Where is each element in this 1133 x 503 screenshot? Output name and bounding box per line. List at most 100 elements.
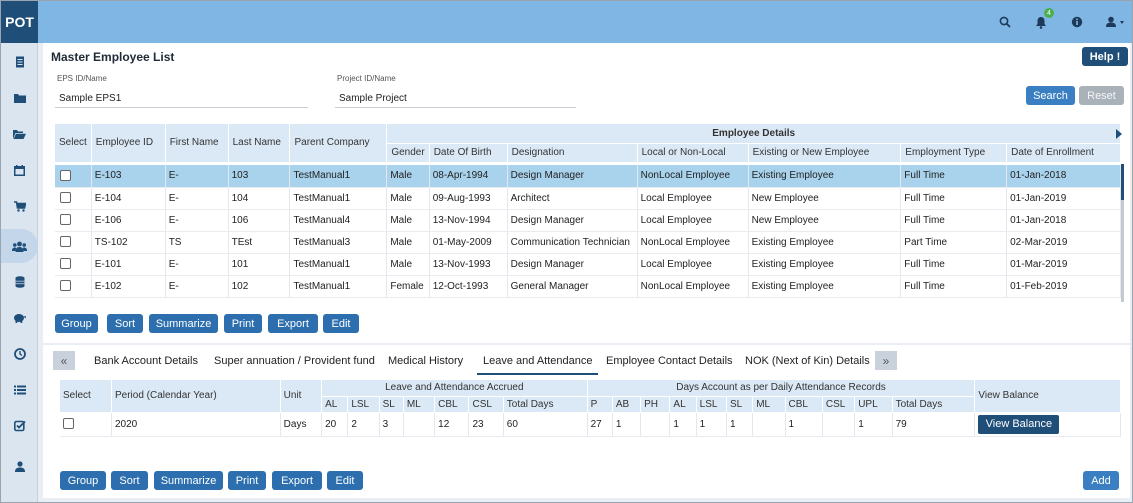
tab-medical-history[interactable]: Medical History bbox=[388, 355, 463, 375]
export-button[interactable]: Export bbox=[268, 314, 318, 333]
leave-sort-button[interactable]: Sort bbox=[111, 471, 148, 490]
col-existing[interactable]: Existing or New Employee bbox=[748, 143, 902, 163]
row-select-cell[interactable] bbox=[55, 253, 92, 276]
sidebar-item-list[interactable] bbox=[1, 373, 38, 407]
cell-dob: 08-Apr-1994 bbox=[429, 165, 508, 188]
col-gender[interactable]: Gender bbox=[386, 143, 430, 163]
leave-summarize-button[interactable]: Summarize bbox=[154, 471, 223, 490]
row-checkbox[interactable] bbox=[60, 170, 71, 182]
cell-dob: 09-Aug-1993 bbox=[429, 187, 508, 210]
sidebar-item-profile[interactable] bbox=[1, 449, 38, 483]
col-dob[interactable]: Date Of Birth bbox=[429, 143, 508, 163]
project-input[interactable] bbox=[335, 90, 576, 108]
sidebar-item-database[interactable] bbox=[1, 265, 38, 299]
search-button[interactable]: Search bbox=[1026, 86, 1075, 105]
cell-id: TS-102 bbox=[91, 231, 166, 254]
sidebar-item-employees[interactable] bbox=[1, 229, 38, 263]
employee-details-panel: « Bank Account Details Super annuation /… bbox=[43, 345, 1130, 498]
row-select-cell[interactable] bbox=[55, 275, 92, 298]
row-select-cell[interactable] bbox=[55, 209, 92, 232]
days-col-ab: AB bbox=[612, 396, 642, 413]
cell-id: E-104 bbox=[91, 187, 166, 210]
cell-last: 103 bbox=[228, 165, 291, 188]
table-row[interactable]: E-103 E- 103 TestManual1 Male 08-Apr-1994 Desi… bbox=[55, 165, 1121, 188]
sidebar-item-cart[interactable] bbox=[1, 189, 38, 223]
leave-col-sl: SL bbox=[379, 396, 404, 413]
row-checkbox[interactable] bbox=[60, 280, 71, 292]
tab-next-button[interactable]: » bbox=[875, 351, 897, 370]
scroll-right-arrow-icon[interactable] bbox=[1116, 129, 1122, 139]
sidebar-item-reports[interactable] bbox=[1, 45, 38, 79]
table-row[interactable]: E-104 E- 104 TestManual1 Male 09-Aug-1993 Arch… bbox=[55, 187, 1121, 210]
tab-superannuation[interactable]: Super annuation / Provident fund bbox=[214, 355, 375, 375]
col-local[interactable]: Local or Non-Local bbox=[637, 143, 749, 163]
tab-leave-attendance[interactable]: Leave and Attendance bbox=[477, 355, 599, 375]
row-checkbox[interactable] bbox=[60, 236, 71, 248]
sort-button[interactable]: Sort bbox=[107, 314, 143, 333]
sidebar-item-tasks[interactable] bbox=[1, 409, 38, 443]
eps-label: EPS ID/Name bbox=[57, 74, 107, 83]
leave-total: 60 bbox=[503, 412, 588, 437]
col-designation[interactable]: Designation bbox=[507, 143, 638, 163]
col-enrollment[interactable]: Date of Enrollment bbox=[1006, 143, 1121, 163]
sidebar-item-finance[interactable] bbox=[1, 301, 38, 335]
add-button[interactable]: Add bbox=[1083, 471, 1119, 490]
cell-gender: Male bbox=[386, 209, 430, 232]
tab-nok-details[interactable]: NOK (Next of Kin) Details bbox=[745, 355, 870, 375]
row-select-cell[interactable] bbox=[55, 165, 92, 188]
app-logo: POT bbox=[1, 1, 38, 43]
leave-table: Select Period (Calendar Year) Unit Leave… bbox=[60, 380, 1121, 437]
table-row[interactable]: E-101 E- 101 TestManual1 Male 13-Nov-1993 Desi… bbox=[55, 253, 1121, 276]
sidebar-item-clock[interactable] bbox=[1, 337, 38, 371]
row-checkbox[interactable] bbox=[60, 214, 71, 226]
cell-local: Local Employee bbox=[637, 209, 749, 232]
leave-group-button[interactable]: Group bbox=[60, 471, 106, 490]
search-icon[interactable] bbox=[995, 12, 1015, 32]
leave-row-select[interactable] bbox=[60, 412, 112, 437]
tab-bank-account[interactable]: Bank Account Details bbox=[94, 355, 198, 375]
reset-button[interactable]: Reset bbox=[1079, 86, 1124, 105]
table-row[interactable]: E-106 E- 106 TestManual4 Male 13-Nov-1994 Desi… bbox=[55, 209, 1121, 232]
info-icon[interactable] bbox=[1067, 12, 1087, 32]
table-row[interactable]: TS-102 TS TEst TestManual3 Male 01-May-2009 Co… bbox=[55, 231, 1121, 254]
leave-row[interactable]: 2020 Days 20 2 3 12 23 60 27 1 1 1 1 1 1… bbox=[60, 412, 1121, 437]
table-row[interactable]: E-102 E- 102 TestManual1 Female 12-Oct-1993 Ge… bbox=[55, 275, 1121, 298]
row-checkbox[interactable] bbox=[60, 258, 71, 270]
sidebar-item-open-folder[interactable] bbox=[1, 117, 38, 151]
view-balance-button[interactable]: View Balance bbox=[978, 414, 1060, 434]
sidebar-item-calendar[interactable] bbox=[1, 153, 38, 187]
user-menu-icon[interactable] bbox=[1101, 12, 1131, 32]
col-parent-company[interactable]: Parent Company bbox=[289, 124, 388, 163]
leave-export-button[interactable]: Export bbox=[272, 471, 322, 490]
help-button[interactable]: Help ! bbox=[1082, 47, 1128, 66]
row-select-cell[interactable] bbox=[55, 187, 92, 210]
days-col-total: Total Days bbox=[892, 396, 976, 413]
sidebar-item-folder[interactable] bbox=[1, 81, 38, 115]
page-title: Master Employee List bbox=[51, 50, 175, 64]
group-button[interactable]: Group bbox=[55, 314, 98, 333]
leave-col-unit[interactable]: Unit bbox=[280, 380, 323, 413]
table-scrollbar-thumb[interactable] bbox=[1121, 164, 1124, 200]
eps-input[interactable] bbox=[55, 90, 308, 108]
tab-contact-details[interactable]: Employee Contact Details bbox=[606, 355, 733, 375]
row-checkbox[interactable] bbox=[63, 418, 74, 430]
cell-enroll: 02-Mar-2019 bbox=[1006, 231, 1121, 254]
print-button[interactable]: Print bbox=[224, 314, 262, 333]
leave-edit-button[interactable]: Edit bbox=[327, 471, 363, 490]
leave-print-button[interactable]: Print bbox=[228, 471, 266, 490]
col-first-name[interactable]: First Name bbox=[165, 124, 229, 163]
leave-col-period[interactable]: Period (Calendar Year) bbox=[111, 380, 281, 413]
row-select-cell[interactable] bbox=[55, 231, 92, 254]
col-employment-type[interactable]: Employment Type bbox=[900, 143, 1008, 163]
cell-enroll: 01-Jan-2019 bbox=[1006, 187, 1121, 210]
col-last-name[interactable]: Last Name bbox=[228, 124, 291, 163]
days-total: 79 bbox=[892, 412, 976, 437]
row-checkbox[interactable] bbox=[60, 192, 71, 204]
edit-button[interactable]: Edit bbox=[323, 314, 359, 333]
tab-prev-button[interactable]: « bbox=[53, 351, 75, 370]
summarize-button[interactable]: Summarize bbox=[149, 314, 218, 333]
col-employee-id[interactable]: Employee ID bbox=[91, 124, 166, 163]
cell-first: E- bbox=[165, 209, 229, 232]
cell-company: TestManual1 bbox=[289, 187, 388, 210]
cell-type: Full Time bbox=[900, 187, 1008, 210]
